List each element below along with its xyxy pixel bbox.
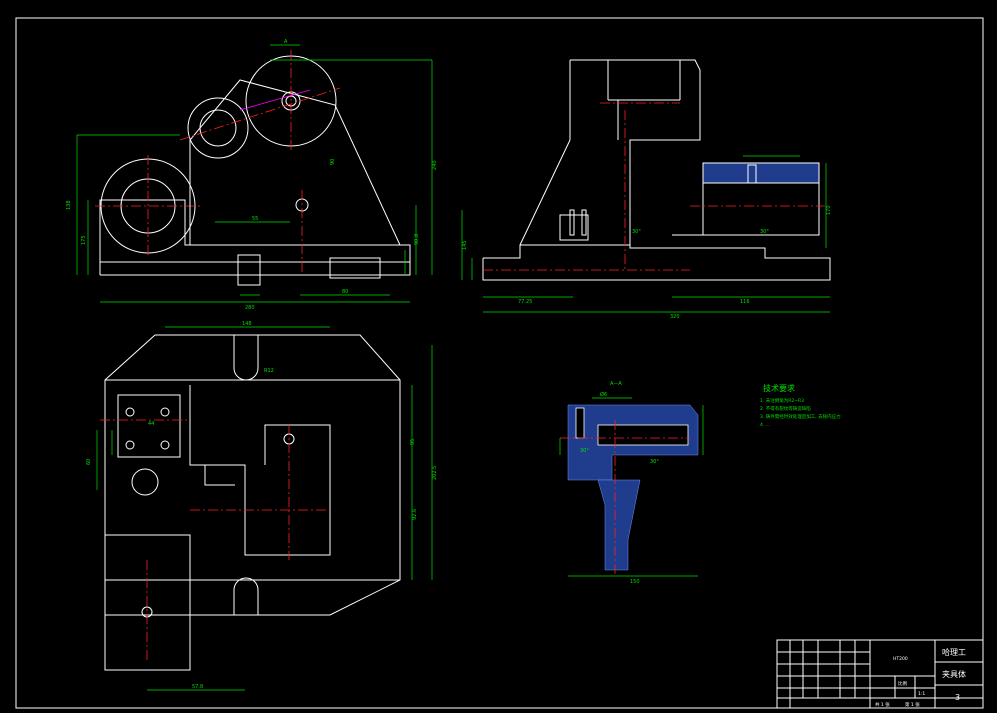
- dim-side-base: 145: [462, 240, 468, 250]
- dim-side-angle: 30°: [760, 229, 769, 235]
- title-material: HT200: [893, 656, 908, 662]
- dim-section-angle: 30°: [650, 459, 659, 465]
- title-block: 哈理工 夹具体 3 HT200 比例 1:1 共 1 张 第 1 张: [776, 639, 984, 709]
- dim-side-height: 170: [826, 205, 832, 215]
- tech-req-line-2: 2. 不得有裂纹等铸造缺陷: [760, 405, 811, 412]
- title-sheet-no: 3: [955, 693, 960, 702]
- dim-top-holes: 44: [148, 421, 154, 427]
- tech-req-line-4: 4. ...: [760, 422, 770, 428]
- title-drawing-name: 夹具体: [942, 669, 966, 679]
- dim-top-height: 202.5: [432, 466, 438, 480]
- dim-front-right: 90.8: [414, 234, 420, 245]
- dim-side-length: 320: [670, 314, 680, 320]
- tech-req-line-1: 1. 未注倒角为R2~R3: [760, 397, 804, 404]
- dim-front-offset: 55: [252, 216, 258, 222]
- dim-front-boss: 175: [81, 235, 87, 245]
- dim-top-pocket: 95: [410, 439, 416, 445]
- title-sheet-info-1: 共 1 张: [875, 701, 890, 708]
- cad-drawing-sheet: 138 175 280 240 90.8 80 55 90 A 320 116 …: [0, 0, 997, 713]
- dim-side-left: 77.25: [518, 299, 532, 305]
- dim-section-hole: Ø6: [600, 391, 607, 398]
- section-view-title: A—A: [610, 381, 622, 387]
- sheet-border: [15, 17, 984, 709]
- top-view: 148 R12 44 60 202.5 92.6 57.8 95: [86, 321, 438, 691]
- dim-section-angle-2: 30°: [580, 448, 589, 454]
- dim-front-width: 280: [245, 305, 255, 311]
- dim-top-slot: R12: [264, 368, 274, 374]
- dim-front-base: 80: [342, 289, 348, 295]
- dim-front-mid: 90: [330, 159, 336, 165]
- dim-side-angle-2: 30°: [632, 229, 641, 235]
- dim-side-right: 116: [740, 299, 750, 305]
- tech-req-title: 技术要求: [763, 383, 795, 393]
- dim-top-pitch: 60: [86, 459, 92, 465]
- drawing-canvas: 138 175 280 240 90.8 80 55 90 A 320 116 …: [15, 17, 984, 709]
- dim-section-width: 150: [630, 579, 640, 585]
- dim-front-height: 138: [66, 200, 72, 210]
- title-sheet-info-2: 第 1 张: [905, 701, 920, 708]
- dim-top-inner: 92.6: [412, 509, 418, 520]
- side-view: 320 116 77.25 170 145 30° 30°: [461, 59, 832, 320]
- technical-requirements: 技术要求 1. 未注倒角为R2~R3 2. 不得有裂纹等铸造缺陷 3. 铸件需经…: [760, 383, 841, 428]
- dim-top-width: 148: [242, 321, 252, 327]
- title-scale-label: 比例: [898, 680, 907, 687]
- front-view: 138 175 280 240 90.8 80 55 90 A: [66, 39, 438, 311]
- title-company: 哈理工: [942, 647, 966, 657]
- section-view: A—A 150 30° 30° Ø6: [559, 381, 704, 585]
- dim-top-bottom: 57.8: [192, 684, 203, 690]
- dim-front-total-h: 240: [432, 160, 438, 170]
- tech-req-line-3: 3. 铸件需经时效处理后加工, 去除内应力: [760, 413, 841, 420]
- section-label-top: A: [284, 39, 288, 45]
- title-scale: 1:1: [918, 691, 925, 697]
